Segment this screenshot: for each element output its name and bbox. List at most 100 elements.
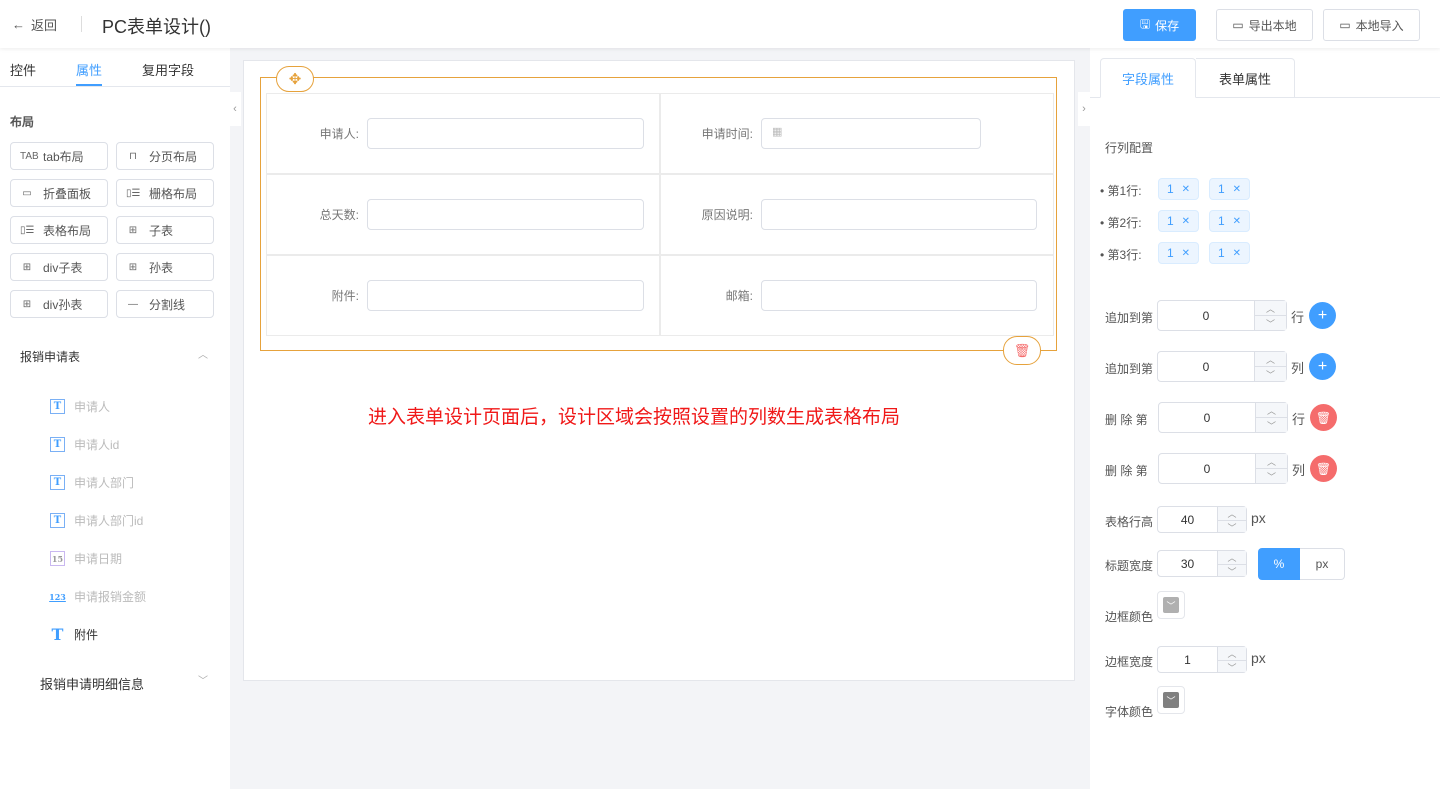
delete-col-unit: 列 bbox=[1292, 463, 1306, 478]
close-icon[interactable]: ✕ bbox=[1182, 216, 1190, 227]
field-item[interactable]: 123 申请报销金额 bbox=[49, 588, 146, 605]
field-item[interactable]: 15 申请日期 bbox=[50, 550, 122, 567]
layout-icon: TAB bbox=[20, 150, 39, 162]
control-button[interactable]: — 分割线 bbox=[116, 290, 214, 318]
chevron-up-icon[interactable]: ︿ bbox=[198, 346, 208, 361]
add-col-button[interactable]: + bbox=[1309, 353, 1336, 380]
control-button[interactable]: ▯☰ 栅格布局 bbox=[116, 179, 214, 207]
field-item[interactable]: T 申请人 bbox=[50, 398, 110, 415]
unit-percent-button[interactable]: % bbox=[1258, 548, 1300, 580]
text-input[interactable] bbox=[367, 199, 644, 230]
text-input[interactable] bbox=[761, 199, 1037, 230]
chevron-down-icon: ﹀ bbox=[1163, 597, 1179, 613]
font-color-label: 字体颜色 bbox=[1105, 705, 1154, 719]
control-button[interactable]: ⊞ 孙表 bbox=[116, 253, 214, 281]
export-button[interactable]: ▭ 导出本地 bbox=[1216, 9, 1313, 41]
border-color-label: 边框颜色 bbox=[1105, 610, 1154, 624]
border-width-stepper[interactable]: 1 ︿ ﹀ bbox=[1157, 646, 1247, 673]
delete-layout-icon[interactable]: 🗑 bbox=[1003, 336, 1041, 365]
date-field-icon: 15 bbox=[50, 551, 65, 566]
column-tag[interactable]: 1 ✕ bbox=[1158, 178, 1199, 200]
border-color-picker[interactable]: ﹀ bbox=[1157, 591, 1185, 619]
unit-px-button[interactable]: px bbox=[1300, 548, 1345, 580]
row-height-stepper[interactable]: 40 ︿ ﹀ bbox=[1157, 506, 1247, 533]
move-handle-icon[interactable]: ✥ bbox=[276, 66, 314, 92]
add-row-stepper[interactable]: 0 ︿ ﹀ bbox=[1157, 300, 1287, 331]
rowcol-config-title: 行列配置 bbox=[1105, 141, 1154, 155]
field-item[interactable]: T 申请人id bbox=[50, 436, 119, 453]
control-button[interactable]: TAB tab布局 bbox=[10, 142, 108, 170]
field-item[interactable]: T 附件 bbox=[50, 625, 98, 644]
row-config-label: • 第3行: bbox=[1100, 248, 1142, 262]
table-cell[interactable]: 申请人: bbox=[266, 93, 660, 174]
row-height-label: 表格行高 bbox=[1105, 515, 1154, 529]
add-col-stepper[interactable]: 0 ︿ ﹀ bbox=[1157, 351, 1287, 382]
title-width-stepper[interactable]: 30 ︿ ﹀ bbox=[1157, 550, 1247, 577]
column-tag[interactable]: 1 ✕ bbox=[1209, 210, 1250, 232]
border-width-label: 边框宽度 bbox=[1105, 655, 1154, 669]
text-input[interactable] bbox=[367, 118, 644, 149]
date-input[interactable]: ▦ bbox=[761, 118, 981, 149]
delete-col-stepper[interactable]: 0 ︿ ﹀ bbox=[1158, 453, 1288, 484]
text-input[interactable] bbox=[367, 280, 644, 311]
tab-properties[interactable]: 属性 bbox=[76, 60, 102, 79]
save-button[interactable]: 🖫 保存 bbox=[1123, 9, 1196, 41]
close-icon[interactable]: ✕ bbox=[1233, 216, 1241, 227]
control-button[interactable]: ⊞ 子表 bbox=[116, 216, 214, 244]
delete-col-button[interactable]: 🗑 bbox=[1310, 455, 1337, 482]
layout-icon: ⊓ bbox=[129, 150, 137, 162]
border-width-unit: px bbox=[1251, 650, 1266, 666]
layout-icon: ▯☰ bbox=[20, 224, 35, 236]
table-cell[interactable]: 邮箱: bbox=[660, 255, 1054, 336]
layout-section-title: 布局 bbox=[10, 115, 35, 129]
text-field-icon: T bbox=[50, 475, 65, 490]
text-input[interactable] bbox=[761, 280, 1037, 311]
add-row-label: 追加到第 bbox=[1105, 311, 1154, 325]
table-cell[interactable]: 总天数: bbox=[266, 174, 660, 255]
chevron-down-icon[interactable]: ﹀ bbox=[198, 672, 208, 687]
close-icon[interactable]: ✕ bbox=[1182, 248, 1190, 259]
delete-row-stepper[interactable]: 0 ︿ ﹀ bbox=[1158, 402, 1288, 433]
control-button[interactable]: ▭ 折叠面板 bbox=[10, 179, 108, 207]
tab-controls[interactable]: 控件 bbox=[10, 60, 36, 79]
table-cell[interactable]: 附件: bbox=[266, 255, 660, 336]
tab-reuse-fields[interactable]: 复用字段 bbox=[142, 60, 194, 79]
close-icon[interactable]: ✕ bbox=[1233, 184, 1241, 195]
row-config-label: • 第2行: bbox=[1100, 216, 1142, 230]
control-button[interactable]: ⊓ 分页布局 bbox=[116, 142, 214, 170]
field-item[interactable]: T 申请人部门id bbox=[50, 512, 143, 529]
back-button[interactable]: ← 返回 bbox=[12, 15, 57, 34]
collapse-right-icon[interactable]: › bbox=[1078, 92, 1090, 126]
layout-icon: — bbox=[128, 298, 138, 310]
column-tag[interactable]: 1 ✕ bbox=[1209, 178, 1250, 200]
table-layout-frame[interactable]: 申请人: 申请时间: ▦ 总天数: 原因说明: 附件: 邮箱: bbox=[260, 77, 1057, 351]
table-cell[interactable]: 原因说明: bbox=[660, 174, 1054, 255]
left-sidebar: 控件 属性 复用字段 布局 TAB tab布局 ⊓ 分页布局 ▭ 折叠面板 ▯☰ 栅格布局 ▯☰… bbox=[0, 48, 230, 789]
delete-col-label: 删 除 第 bbox=[1105, 464, 1148, 478]
control-button[interactable]: ⊞ div孙表 bbox=[10, 290, 108, 318]
control-button[interactable]: ⊞ div子表 bbox=[10, 253, 108, 281]
tab-form-properties[interactable]: 表单属性 bbox=[1196, 58, 1295, 98]
number-field-icon: 123 bbox=[49, 591, 66, 602]
column-tag[interactable]: 1 ✕ bbox=[1158, 242, 1199, 264]
annotation-text: 进入表单设计页面后，设计区域会按照设置的列数生成表格布局 bbox=[368, 407, 901, 428]
text-field-icon: T bbox=[50, 399, 65, 414]
delete-row-button[interactable]: 🗑 bbox=[1310, 404, 1337, 431]
tab-field-properties[interactable]: 字段属性 bbox=[1100, 58, 1196, 98]
collapse-left-icon[interactable]: ‹ bbox=[229, 92, 241, 126]
import-button[interactable]: ▭ 本地导入 bbox=[1323, 9, 1420, 41]
table-cell[interactable]: 申请时间: ▦ bbox=[660, 93, 1054, 174]
group-title-expense-details[interactable]: 报销申请明细信息 bbox=[40, 674, 144, 693]
control-button[interactable]: ▯☰ 表格布局 bbox=[10, 216, 108, 244]
close-icon[interactable]: ✕ bbox=[1233, 248, 1241, 259]
column-tag[interactable]: 1 ✕ bbox=[1209, 242, 1250, 264]
group-title-expense-form[interactable]: 报销申请表 bbox=[20, 348, 80, 365]
text-field-icon: T bbox=[50, 513, 65, 528]
page-title: PC表单设计() bbox=[102, 17, 211, 37]
column-tag[interactable]: 1 ✕ bbox=[1158, 210, 1199, 232]
font-color-picker[interactable]: ﹀ bbox=[1157, 686, 1185, 714]
field-item[interactable]: T 申请人部门 bbox=[50, 474, 134, 491]
save-icon: 🖫 bbox=[1139, 16, 1151, 31]
add-row-button[interactable]: + bbox=[1309, 302, 1336, 329]
close-icon[interactable]: ✕ bbox=[1182, 184, 1190, 195]
